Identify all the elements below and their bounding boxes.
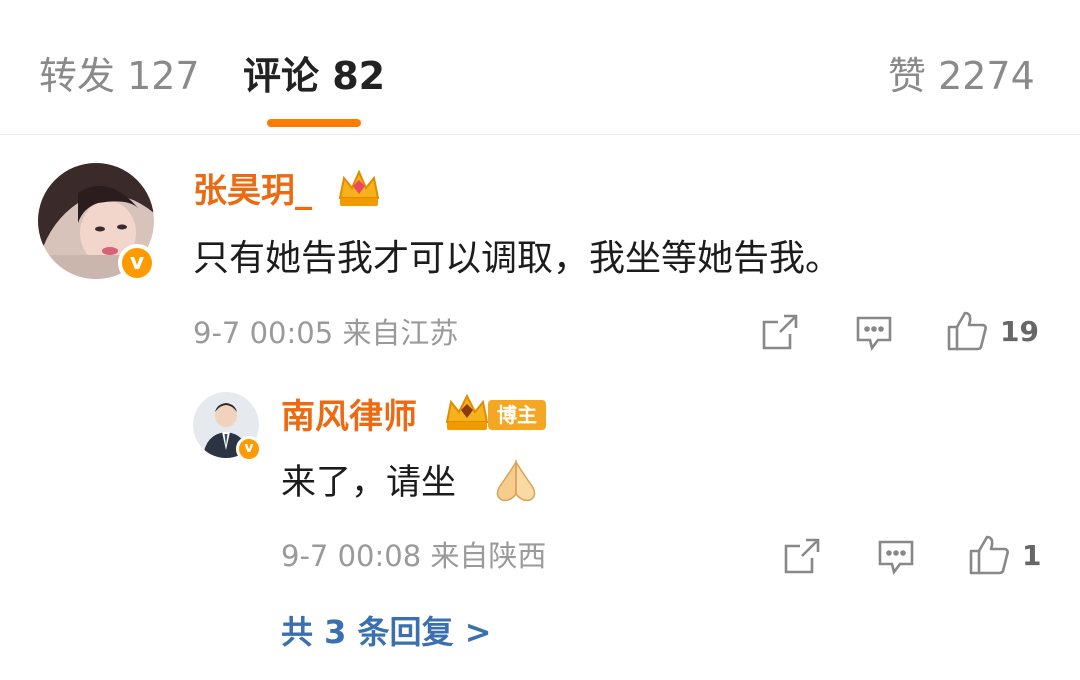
thumbs-up-icon[interactable]	[967, 533, 1011, 581]
comment-time-location: 9-7 00:05 来自江苏	[193, 316, 459, 350]
tab-repost[interactable]: 转发 127	[39, 52, 200, 100]
crown-icon	[336, 168, 382, 214]
forward-icon[interactable]	[760, 312, 800, 356]
tab-likes[interactable]: 赞 2274	[888, 52, 1035, 100]
comment-icon[interactable]	[876, 536, 916, 580]
blogger-badge: 博主	[488, 400, 546, 430]
praying-hands-emoji	[490, 456, 542, 510]
thumbs-up-icon[interactable]	[945, 309, 989, 357]
comment-icon[interactable]	[854, 312, 894, 356]
reply-text: 来了，请坐	[281, 463, 457, 503]
view-more-replies-link[interactable]: 共 3 条回复 >	[281, 612, 492, 652]
verified-icon: v	[236, 436, 262, 462]
like-count: 19	[1000, 315, 1039, 348]
active-tab-indicator	[267, 119, 361, 127]
comment-text: 只有她告我才可以调取，我坐等她告我。	[193, 238, 842, 279]
forward-icon[interactable]	[782, 536, 822, 580]
reply-time-location: 9-7 00:08 来自陕西	[281, 539, 547, 573]
like-count: 1	[1022, 539, 1042, 572]
crown-icon	[443, 393, 491, 438]
tab-comments[interactable]: 评论 82	[243, 52, 385, 100]
comment-tabs: 转发 127 评论 82 赞 2274	[0, 0, 1080, 135]
reply-author[interactable]: 南风律师	[281, 397, 417, 437]
comment-author[interactable]: 张昊玥_	[193, 171, 312, 211]
verified-icon: v	[118, 244, 156, 282]
